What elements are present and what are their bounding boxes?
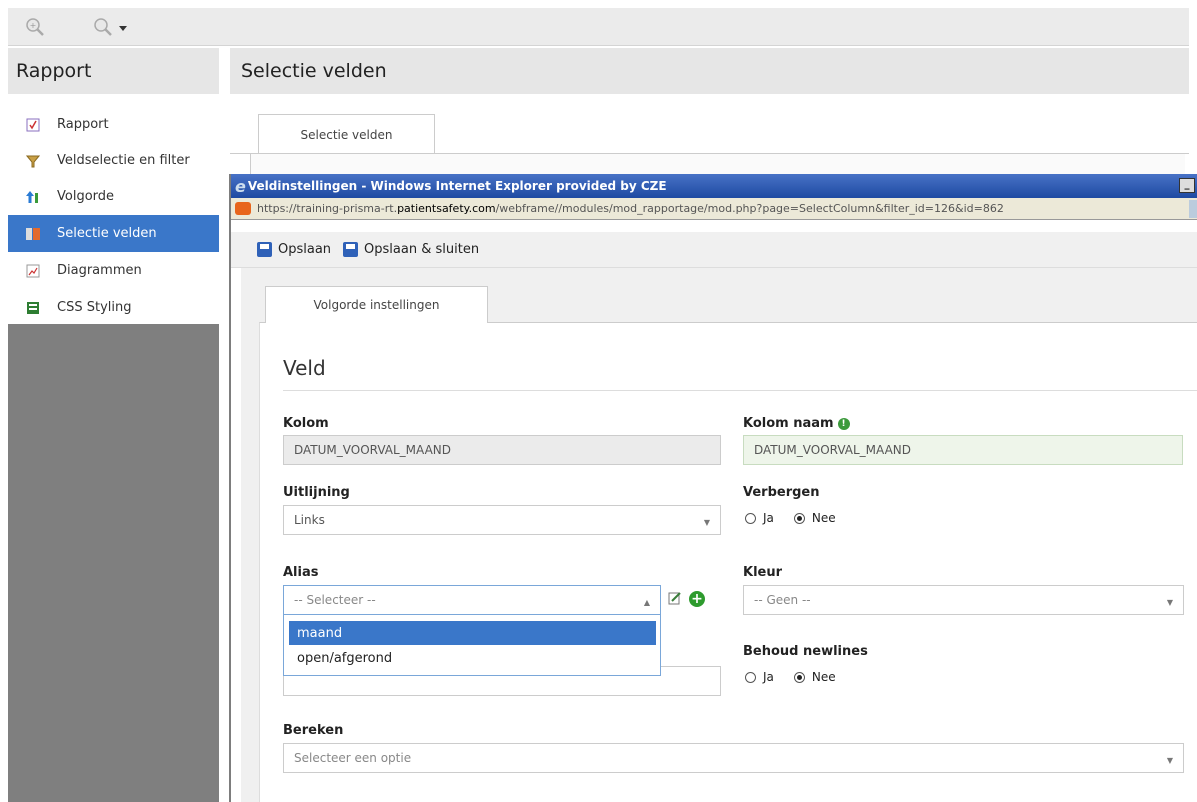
window-title: Veldinstellingen - Windows Internet Expl… — [247, 179, 667, 193]
verbergen-radio-group: Ja Nee — [743, 511, 854, 525]
address-bar[interactable]: https://training-prisma-rt. patientsafety… — [231, 198, 1197, 220]
columns-icon — [26, 227, 40, 241]
kleur-value: -- Geen -- — [754, 593, 811, 607]
report-icon — [26, 118, 40, 132]
add-icon[interactable]: + — [689, 591, 705, 607]
alias-option-maand[interactable]: maand — [289, 621, 656, 645]
kleur-select[interactable]: -- Geen -- ▼ — [743, 585, 1184, 615]
chevron-down-icon: ▼ — [1166, 756, 1173, 765]
behoud-newlines-radio-group: Ja Nee — [743, 670, 854, 684]
behoud-ja-radio[interactable] — [745, 671, 756, 683]
kolom-label: Kolom — [283, 416, 329, 431]
sidebar-item-volgorde[interactable]: Volgorde — [8, 178, 219, 215]
bereken-label: Bereken — [283, 723, 344, 738]
page-title: Selectie velden — [230, 48, 1189, 94]
tab-volgorde-instellingen[interactable]: Volgorde instellingen — [265, 286, 488, 323]
funnel-icon — [25, 154, 41, 168]
kolom-naam-input[interactable]: DATUM_VOORVAL_MAAND — [743, 435, 1183, 465]
section-title: Veld — [283, 356, 326, 380]
sidebar-item-rapport[interactable]: Rapport — [8, 106, 219, 143]
chart-icon — [26, 264, 40, 278]
uitlijning-value: Links — [294, 513, 325, 527]
css-icon — [26, 301, 40, 315]
floppy-icon — [257, 242, 272, 257]
sidebar-item-selectie-velden[interactable]: Selectie velden — [8, 215, 219, 252]
alias-select[interactable]: -- Selecteer -- ▲ — [283, 585, 661, 615]
ie-logo-icon: e — [235, 176, 246, 196]
sidebar-item-label: Rapport — [57, 117, 109, 132]
radio-label: Ja — [763, 511, 774, 525]
alias-placeholder: -- Selecteer -- — [294, 593, 376, 607]
url-domain: patientsafety.com — [397, 202, 496, 215]
form-panel — [259, 322, 1197, 802]
scrollbar[interactable] — [1189, 200, 1197, 218]
bereken-select[interactable]: Selecteer een optie ▼ — [283, 743, 1184, 773]
chevron-down-icon: ▼ — [1166, 598, 1173, 607]
sidebar-item-veldselectie[interactable]: Veldselectie en filter — [8, 142, 219, 179]
uitlijning-select[interactable]: Links ▼ — [283, 505, 721, 535]
sidebar-item-diagrammen[interactable]: Diagrammen — [8, 252, 219, 289]
radio-label: Nee — [811, 511, 836, 525]
sort-arrows-icon — [26, 190, 40, 204]
table-header-row — [250, 154, 1185, 174]
alias-option-open-afgerond[interactable]: open/afgerond — [289, 646, 656, 670]
divider — [283, 390, 1197, 391]
tab-selectie-velden[interactable]: Selectie velden — [258, 114, 435, 154]
chevron-up-icon: ▲ — [643, 598, 650, 607]
behoud-newlines-label: Behoud newlines — [743, 644, 868, 659]
verbergen-nee-radio[interactable] — [793, 512, 805, 524]
radio-label: Ja — [763, 670, 774, 684]
kolom-naam-label-text: Kolom naam — [743, 416, 834, 431]
popup-window: e Veldinstellingen - Windows Internet Ex… — [229, 174, 1197, 802]
save-button[interactable]: Opslaan — [257, 242, 331, 257]
save-close-button[interactable]: Opslaan & sluiten — [343, 242, 479, 257]
zoom-menu-icon[interactable] — [92, 16, 132, 38]
url-prefix: https://training-prisma-rt. — [257, 202, 398, 215]
bereken-placeholder: Selecteer een optie — [294, 751, 412, 765]
uitlijning-label: Uitlijning — [283, 485, 350, 500]
edit-icon[interactable] — [668, 591, 682, 605]
minimize-button[interactable]: _ — [1179, 178, 1195, 193]
sidebar-menu: Rapport Veldselectie en filter Volgorde … — [8, 94, 219, 324]
radio-label: Nee — [811, 670, 836, 684]
behoud-nee-radio[interactable] — [793, 671, 805, 683]
url-suffix: /webframe//modules/mod_rapportage/mod.ph… — [495, 202, 1004, 215]
verbergen-label: Verbergen — [743, 485, 820, 500]
save-button-label: Opslaan — [278, 242, 332, 257]
kleur-label: Kleur — [743, 565, 783, 580]
zoom-in-icon[interactable]: + — [24, 16, 46, 38]
sidebar-item-label: Veldselectie en filter — [57, 153, 190, 168]
window-titlebar[interactable]: e Veldinstellingen - Windows Internet Ex… — [231, 174, 1197, 198]
sidebar-item-css-styling[interactable]: CSS Styling — [8, 289, 219, 326]
sidebar-item-label: Volgorde — [57, 189, 115, 204]
alias-dropdown: maand open/afgerond — [283, 614, 661, 676]
sidebar-background — [8, 324, 219, 802]
svg-text:+: + — [30, 21, 37, 30]
sidebar-item-label: Diagrammen — [57, 263, 142, 278]
verbergen-ja-radio[interactable] — [745, 512, 756, 524]
sidebar-title: Rapport — [8, 48, 219, 94]
save-close-button-label: Opslaan & sluiten — [364, 242, 480, 257]
info-icon: ! — [837, 418, 850, 430]
site-icon — [235, 202, 251, 215]
alias-label: Alias — [283, 565, 319, 580]
kolom-naam-label: Kolom naam! — [743, 416, 850, 431]
chevron-down-icon: ▼ — [703, 518, 710, 527]
popup-toolbar: Opslaan Opslaan & sluiten — [231, 232, 1197, 268]
top-toolbar: + — [8, 8, 1189, 46]
sidebar-item-label: CSS Styling — [57, 300, 132, 315]
sidebar-item-label: Selectie velden — [57, 226, 157, 241]
kolom-field: DATUM_VOORVAL_MAAND — [283, 435, 721, 465]
floppy-icon — [343, 242, 359, 257]
